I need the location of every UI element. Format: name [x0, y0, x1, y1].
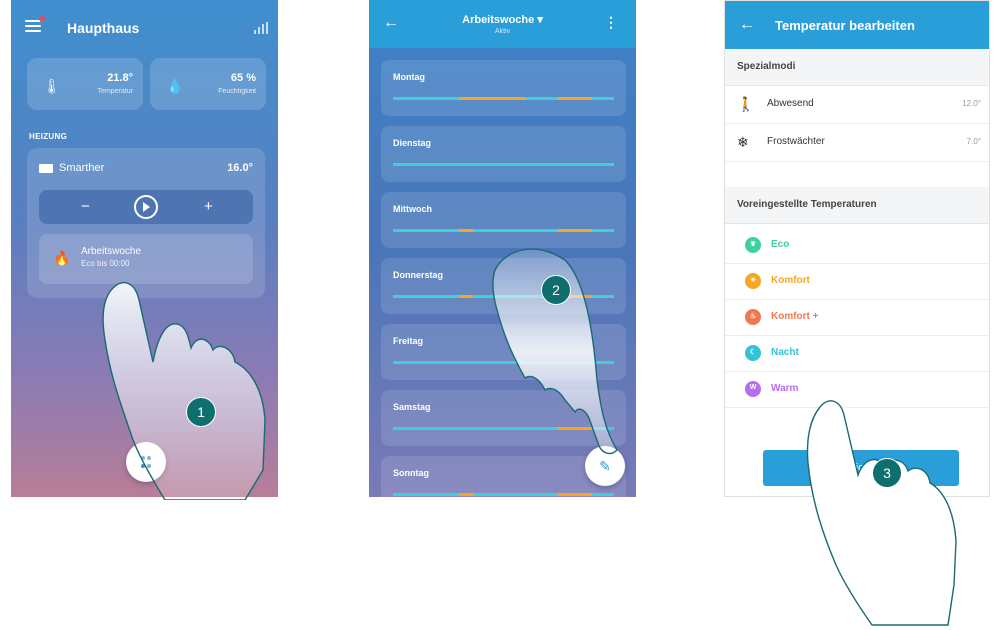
- special-modes-header: Spezialmodi: [725, 49, 989, 86]
- special-value: 12.0°: [962, 99, 981, 108]
- device-row[interactable]: Smarther: [39, 162, 104, 174]
- thermostat-icon: [39, 163, 53, 173]
- temperature-card[interactable]: 🌡 21.8° Temperatur: [27, 58, 143, 110]
- day-label: Mittwoch: [393, 204, 432, 214]
- temperature-label: Temperatur: [97, 88, 133, 95]
- day-label: Montag: [393, 72, 425, 82]
- temperature-value: 21.8°: [107, 72, 133, 84]
- program-status: Eco bis 00:00: [81, 259, 130, 268]
- special-value: 7.0°: [966, 137, 981, 146]
- home-header: Haupthaus: [11, 0, 278, 56]
- preset-row-eco[interactable]: ❦ Eco: [725, 227, 989, 264]
- decrease-button[interactable]: −: [81, 198, 90, 215]
- play-button[interactable]: [134, 195, 158, 219]
- preset-label: Komfort: [771, 275, 810, 286]
- special-row-abwesend[interactable]: 🚶 Abwesend 12.0°: [725, 85, 989, 124]
- heating-section-title: HEIZUNG: [29, 132, 68, 141]
- signal-icon: [254, 22, 268, 34]
- program-subtitle: Aktiv: [494, 28, 511, 35]
- day-label: Sonntag: [393, 468, 429, 478]
- presets-header: Voreingestellte Temperaturen: [725, 187, 989, 224]
- increase-button[interactable]: +: [204, 198, 213, 215]
- device-temp: 16.0°: [227, 162, 253, 174]
- program-title: Arbeitswoche: [462, 14, 535, 26]
- notification-dot: [39, 16, 45, 22]
- humidity-card[interactable]: 💧 65 % Feuchtigkeit: [150, 58, 266, 110]
- step-badge-2: 2: [541, 275, 571, 305]
- preset-row-komfort-plus[interactable]: ♨ Komfort +: [725, 299, 989, 336]
- edit-title: Temperatur bearbeiten: [775, 18, 915, 33]
- program-name: Arbeitswoche: [81, 246, 142, 257]
- walking-person-icon: 🚶: [737, 96, 755, 112]
- preset-label: Nacht: [771, 347, 799, 358]
- thermometer-icon: 🌡: [43, 78, 61, 94]
- leaf-icon: ❦: [745, 237, 761, 253]
- pencil-icon: ✎: [599, 458, 611, 474]
- day-label: Samstag: [393, 402, 431, 412]
- device-name: Smarther: [59, 162, 105, 174]
- day-label: Donnerstag: [393, 270, 444, 280]
- moon-icon: ☾: [745, 345, 761, 361]
- preset-row-nacht[interactable]: ☾ Nacht: [725, 335, 989, 372]
- flame-icon: ♨: [745, 309, 761, 325]
- day-label: Freitag: [393, 336, 424, 346]
- special-row-frostwaechter[interactable]: ❄ Frostwächter 7.0°: [725, 123, 989, 162]
- back-arrow-icon[interactable]: ←: [739, 16, 755, 34]
- temperature-controls: − +: [39, 190, 253, 224]
- menu-icon[interactable]: [25, 16, 45, 32]
- flame-icon: 🔥: [53, 250, 71, 266]
- special-label: Frostwächter: [767, 136, 825, 147]
- edit-header: ← Temperatur bearbeiten: [725, 1, 989, 49]
- more-options-icon[interactable]: ⋮: [604, 14, 618, 31]
- dropdown-caret-icon: ▾: [537, 14, 543, 26]
- schedule-bar: [393, 493, 614, 496]
- pointing-hand-3: [806, 400, 957, 626]
- snowflake-icon: ❄: [737, 134, 749, 150]
- pointing-hand-1: [102, 281, 266, 500]
- day-card-dienstag[interactable]: Dienstag: [381, 126, 626, 182]
- program-header: ← Arbeitswoche ▾ Aktiv ⋮: [369, 0, 636, 48]
- special-label: Abwesend: [767, 98, 814, 109]
- humidity-label: Feuchtigkeit: [218, 88, 256, 95]
- preset-row-komfort[interactable]: ☀ Komfort: [725, 263, 989, 300]
- preset-label: Warm: [771, 383, 799, 394]
- preset-label: Eco: [771, 239, 790, 250]
- program-title-dropdown[interactable]: Arbeitswoche ▾: [369, 13, 636, 26]
- day-card-montag[interactable]: Montag: [381, 60, 626, 116]
- special-modes-title: Spezialmodi: [737, 61, 796, 72]
- pointing-hand-2: [492, 248, 618, 455]
- step-badge-1: 1: [186, 397, 216, 427]
- schedule-bar: [393, 163, 614, 166]
- preset-label: Komfort +: [771, 311, 819, 322]
- sun-icon: ☀: [745, 273, 761, 289]
- presets-title: Voreingestellte Temperaturen: [737, 199, 877, 210]
- droplet-icon: 💧: [166, 78, 184, 94]
- humidity-value: 65 %: [230, 72, 256, 84]
- day-label: Dienstag: [393, 138, 432, 148]
- w-letter-icon: W: [745, 381, 761, 397]
- schedule-bar: [393, 97, 614, 100]
- step-badge-3: 3: [872, 458, 902, 488]
- home-title: Haupthaus: [67, 20, 140, 36]
